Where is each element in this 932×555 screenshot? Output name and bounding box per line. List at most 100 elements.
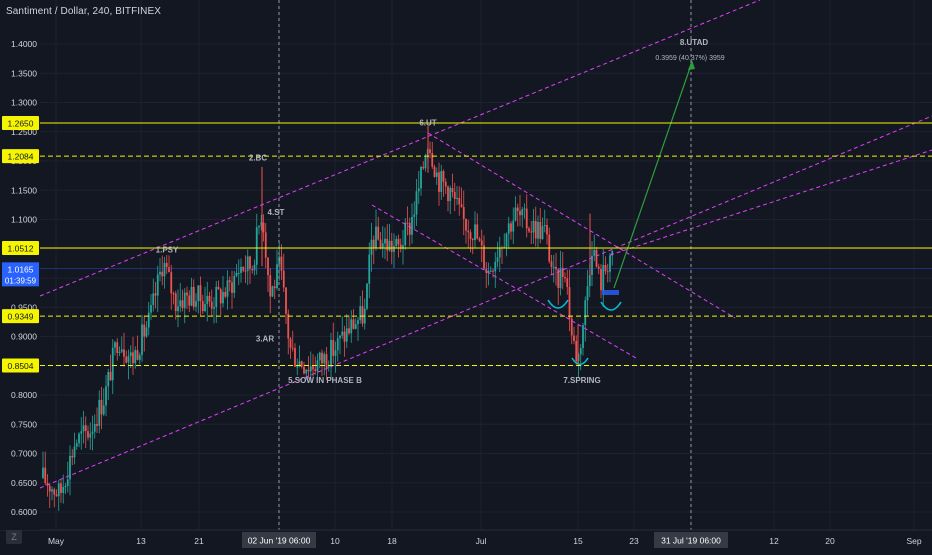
candle[interactable] xyxy=(516,203,519,227)
candle[interactable] xyxy=(116,338,119,361)
candle[interactable] xyxy=(541,217,544,240)
chart-canvas[interactable]: 1.PSY 2.BC 3.AR 4.ST 5.SOW IN PHASE B 6.UT 7.S… xyxy=(0,0,932,550)
candle[interactable] xyxy=(269,267,272,314)
candle[interactable] xyxy=(217,280,220,290)
candle[interactable] xyxy=(215,281,218,323)
candle[interactable] xyxy=(228,276,231,292)
candle[interactable] xyxy=(467,219,470,248)
candle[interactable] xyxy=(543,209,546,233)
candle[interactable] xyxy=(357,316,359,341)
candle[interactable] xyxy=(73,432,76,465)
candle[interactable] xyxy=(503,233,506,249)
candle[interactable] xyxy=(512,207,515,245)
candle[interactable] xyxy=(440,164,443,200)
candle[interactable] xyxy=(532,208,535,244)
candle[interactable] xyxy=(366,282,368,311)
candle[interactable] xyxy=(98,390,101,434)
candle[interactable] xyxy=(235,263,238,278)
descending-lower-line[interactable] xyxy=(371,204,637,359)
candle[interactable] xyxy=(525,194,528,238)
candle[interactable] xyxy=(453,182,456,212)
candle[interactable] xyxy=(377,216,380,241)
candle[interactable] xyxy=(474,211,476,248)
candle[interactable] xyxy=(282,253,285,292)
candle[interactable] xyxy=(93,414,96,439)
candle[interactable] xyxy=(289,336,292,359)
candle[interactable] xyxy=(393,233,395,268)
candle[interactable] xyxy=(244,255,247,284)
candle[interactable] xyxy=(208,291,211,307)
candle[interactable] xyxy=(606,263,609,283)
candle[interactable] xyxy=(550,255,553,275)
candle[interactable] xyxy=(611,250,614,266)
candle[interactable] xyxy=(179,282,182,313)
candle[interactable] xyxy=(413,201,416,230)
candle[interactable] xyxy=(487,262,490,286)
candle[interactable] xyxy=(384,227,386,260)
candle[interactable] xyxy=(534,206,537,247)
candle[interactable] xyxy=(343,325,346,357)
candle[interactable] xyxy=(60,480,62,503)
candle[interactable] xyxy=(222,275,224,308)
candle[interactable] xyxy=(145,320,148,338)
candle[interactable] xyxy=(87,425,89,441)
candle[interactable] xyxy=(339,335,341,355)
candle[interactable] xyxy=(163,256,166,289)
candle[interactable] xyxy=(478,236,481,243)
candle[interactable] xyxy=(519,194,521,227)
candle[interactable] xyxy=(231,270,233,309)
candle[interactable] xyxy=(395,235,398,249)
candle[interactable] xyxy=(372,235,375,265)
candle[interactable] xyxy=(483,235,485,270)
candle[interactable] xyxy=(485,261,488,288)
candle[interactable] xyxy=(75,439,78,450)
candle[interactable] xyxy=(172,291,175,305)
candle[interactable] xyxy=(233,270,236,298)
candle[interactable] xyxy=(276,249,278,291)
candle[interactable] xyxy=(361,290,364,327)
candle[interactable] xyxy=(127,349,130,380)
candle[interactable] xyxy=(262,214,265,242)
candle[interactable] xyxy=(264,222,267,269)
candle[interactable] xyxy=(91,415,94,451)
candle[interactable] xyxy=(80,417,83,450)
candle[interactable] xyxy=(555,253,557,286)
candle[interactable] xyxy=(152,278,155,312)
candle[interactable] xyxy=(442,169,445,197)
candle[interactable] xyxy=(321,349,323,377)
candle[interactable] xyxy=(183,288,186,324)
candle[interactable] xyxy=(402,229,404,265)
candle[interactable] xyxy=(69,445,71,496)
candle[interactable] xyxy=(435,167,438,185)
candle[interactable] xyxy=(505,232,508,257)
candle[interactable] xyxy=(537,215,539,248)
candle[interactable] xyxy=(154,281,157,309)
measure-marker[interactable] xyxy=(602,290,619,295)
candle[interactable] xyxy=(190,277,193,307)
candle[interactable] xyxy=(219,287,222,316)
candle[interactable] xyxy=(64,482,67,494)
candle[interactable] xyxy=(96,407,98,433)
candle[interactable] xyxy=(415,178,418,226)
candle[interactable] xyxy=(363,298,366,330)
candle[interactable] xyxy=(514,196,517,222)
candle[interactable] xyxy=(120,336,123,354)
candle[interactable] xyxy=(359,296,362,324)
candle[interactable] xyxy=(188,290,191,313)
candle[interactable] xyxy=(476,213,479,240)
candle[interactable] xyxy=(246,249,249,286)
candle[interactable] xyxy=(53,487,56,508)
candle[interactable] xyxy=(332,322,335,364)
candle[interactable] xyxy=(559,250,562,296)
candle[interactable] xyxy=(496,241,499,268)
candle[interactable] xyxy=(570,315,573,345)
candle[interactable] xyxy=(539,208,542,244)
candle[interactable] xyxy=(602,248,605,308)
candle[interactable] xyxy=(582,322,584,356)
candle[interactable] xyxy=(143,315,146,352)
candle[interactable] xyxy=(420,165,422,196)
candle[interactable] xyxy=(573,326,575,345)
candle[interactable] xyxy=(370,222,373,272)
candle[interactable] xyxy=(350,310,353,343)
candle[interactable] xyxy=(375,209,377,251)
